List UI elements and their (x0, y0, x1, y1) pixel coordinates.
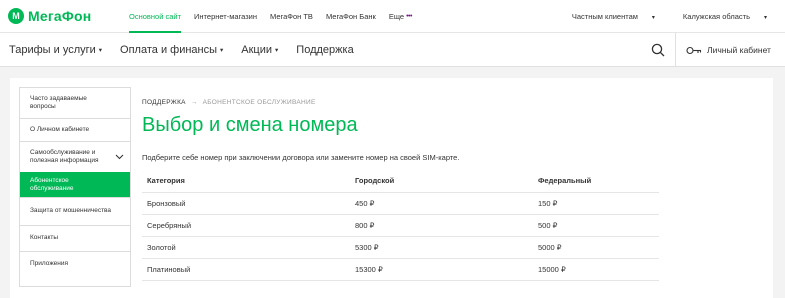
content-card: Часто задаваемые вопросы О Личном кабине… (10, 78, 773, 298)
table-row: Бронзовый 450 ₽ 150 ₽ (142, 192, 659, 215)
breadcrumb-support[interactable]: ПОДДЕРЖКА (142, 99, 186, 106)
sidebar-item-contacts[interactable]: Контакты (20, 225, 130, 251)
sidebar-item-fraud[interactable]: Защита от мошенничества (20, 197, 130, 225)
clients-label: Частным клиентам (571, 12, 638, 21)
sidebar-item-faq[interactable]: Часто задаваемые вопросы (20, 87, 130, 118)
table-cell-city: 15300 ₽ (350, 258, 533, 281)
breadcrumb: ПОДДЕРЖКА → АБОНЕНТСКОЕ ОБСЛУЖИВАНИЕ (142, 99, 316, 106)
nav-tariffs[interactable]: Тарифы и услуги ▾ (9, 44, 102, 56)
top-right: Частным клиентам ▾ Калужская область ▾ (544, 0, 767, 33)
sidebar-item-selfservice[interactable]: Самообслуживание и полезная информация (20, 141, 130, 172)
sidebar-item-label: Часто задаваемые вопросы (30, 94, 87, 110)
sidebar-item-subscriber[interactable]: Абонентское обслуживание (20, 172, 130, 197)
table-cell-city: 800 ₽ (350, 214, 533, 237)
nav-items: Тарифы и услуги ▾ Оплата и финансы ▾ Акции… (9, 33, 372, 67)
table-cell-category: Серебряный (142, 214, 350, 237)
sidebar-item-label: О Личном кабинете (30, 125, 90, 133)
table-header-city: Городской (350, 169, 533, 193)
caret-down-icon: ▾ (651, 15, 655, 21)
search-button[interactable] (641, 33, 675, 67)
nav-support-label: Поддержка (296, 44, 354, 56)
nav-tariffs-label: Тарифы и услуги (9, 44, 96, 56)
table-cell-federal: 500 ₽ (533, 214, 659, 237)
caret-down-icon: ▾ (763, 15, 767, 21)
sidebar-item-label: Защита от мошенничества (30, 207, 112, 215)
account-label: Личный кабинет (707, 45, 771, 55)
sidebar-item-label: Самообслуживание и полезная информация (30, 148, 99, 164)
toplink-bank[interactable]: МегаФон Банк (326, 0, 376, 33)
table-cell-category: Золотой (142, 236, 350, 259)
region-label: Калужская область (682, 12, 750, 21)
more-dots-icon: ••• (406, 13, 412, 20)
sidebar-item-label: Контакты (30, 234, 59, 242)
toplink-shop[interactable]: Интернет-магазин (194, 0, 257, 33)
table-cell-federal: 15000 ₽ (533, 258, 659, 281)
toplink-more-label: Еще (388, 12, 405, 21)
caret-down-icon: ▾ (98, 47, 103, 54)
nav-payment-label: Оплата и финансы (120, 44, 218, 56)
top-links: Основной сайт Интернет-магазин МегаФон Т… (129, 0, 425, 33)
main-nav: Тарифы и услуги ▾ Оплата и финансы ▾ Акции… (0, 33, 785, 67)
table-row: Золотой 5300 ₽ 5000 ₽ (142, 236, 659, 259)
nav-support[interactable]: Поддержка (296, 44, 353, 56)
key-icon (686, 46, 702, 54)
search-icon (651, 43, 665, 57)
logo-mark-icon: М (8, 8, 24, 24)
toplink-more[interactable]: Еще ••• (388, 0, 413, 33)
megafon-logo[interactable]: М МегаФон (8, 8, 91, 24)
table-cell-category: Бронзовый (142, 192, 350, 215)
chevron-down-icon (115, 154, 124, 160)
nav-payment[interactable]: Оплата и финансы ▾ (120, 44, 223, 56)
table-cell-category: Платиновый (142, 258, 350, 281)
table-row: Платиновый 15300 ₽ 15000 ₽ (142, 258, 659, 281)
toplink-tv[interactable]: МегаФон ТВ (270, 0, 313, 33)
table-cell-federal: 5000 ₽ (533, 236, 659, 259)
logo-text: МегаФон (28, 8, 92, 24)
toplink-main-site[interactable]: Основной сайт (129, 0, 182, 33)
table-cell-city: 450 ₽ (350, 192, 533, 215)
top-bar: М МегаФон Основной сайт Интернет-магазин… (0, 0, 785, 33)
price-table: Категория Городской Федеральный Бронзовы… (142, 169, 659, 281)
page-title: Выбор и смена номера (142, 114, 358, 136)
breadcrumb-current: АБОНЕНТСКОЕ ОБСЛУЖИВАНИЕ (202, 99, 316, 106)
sidebar-item-label: Абонентское обслуживание (30, 176, 74, 192)
table-cell-federal: 150 ₽ (533, 192, 659, 215)
region-selector[interactable]: Калужская область ▾ (669, 12, 767, 21)
table-row: Серебряный 800 ₽ 500 ₽ (142, 214, 659, 237)
table-cell-city: 5300 ₽ (350, 236, 533, 259)
nav-promos-label: Акции (241, 44, 273, 56)
nav-promos[interactable]: Акции ▾ (241, 44, 278, 56)
clients-selector[interactable]: Частным клиентам ▾ (558, 12, 655, 21)
sidebar-item-label: Приложения (30, 260, 69, 268)
page-lead: Подберите себе номер при заключении дого… (142, 153, 460, 162)
nav-divider (675, 33, 676, 67)
caret-down-icon: ▾ (220, 47, 224, 54)
sidebar-item-apps[interactable]: Приложения (20, 251, 130, 277)
account-button[interactable]: Личный кабинет (686, 33, 771, 67)
table-header-federal: Федеральный (533, 169, 659, 193)
arrow-right-icon: → (190, 99, 198, 106)
caret-down-icon: ▾ (275, 47, 279, 54)
table-header-category: Категория (142, 169, 350, 193)
table-header-row: Категория Городской Федеральный (142, 169, 659, 193)
sidebar-menu: Часто задаваемые вопросы О Личном кабине… (19, 87, 131, 287)
sidebar-item-lk[interactable]: О Личном кабинете (20, 118, 130, 141)
